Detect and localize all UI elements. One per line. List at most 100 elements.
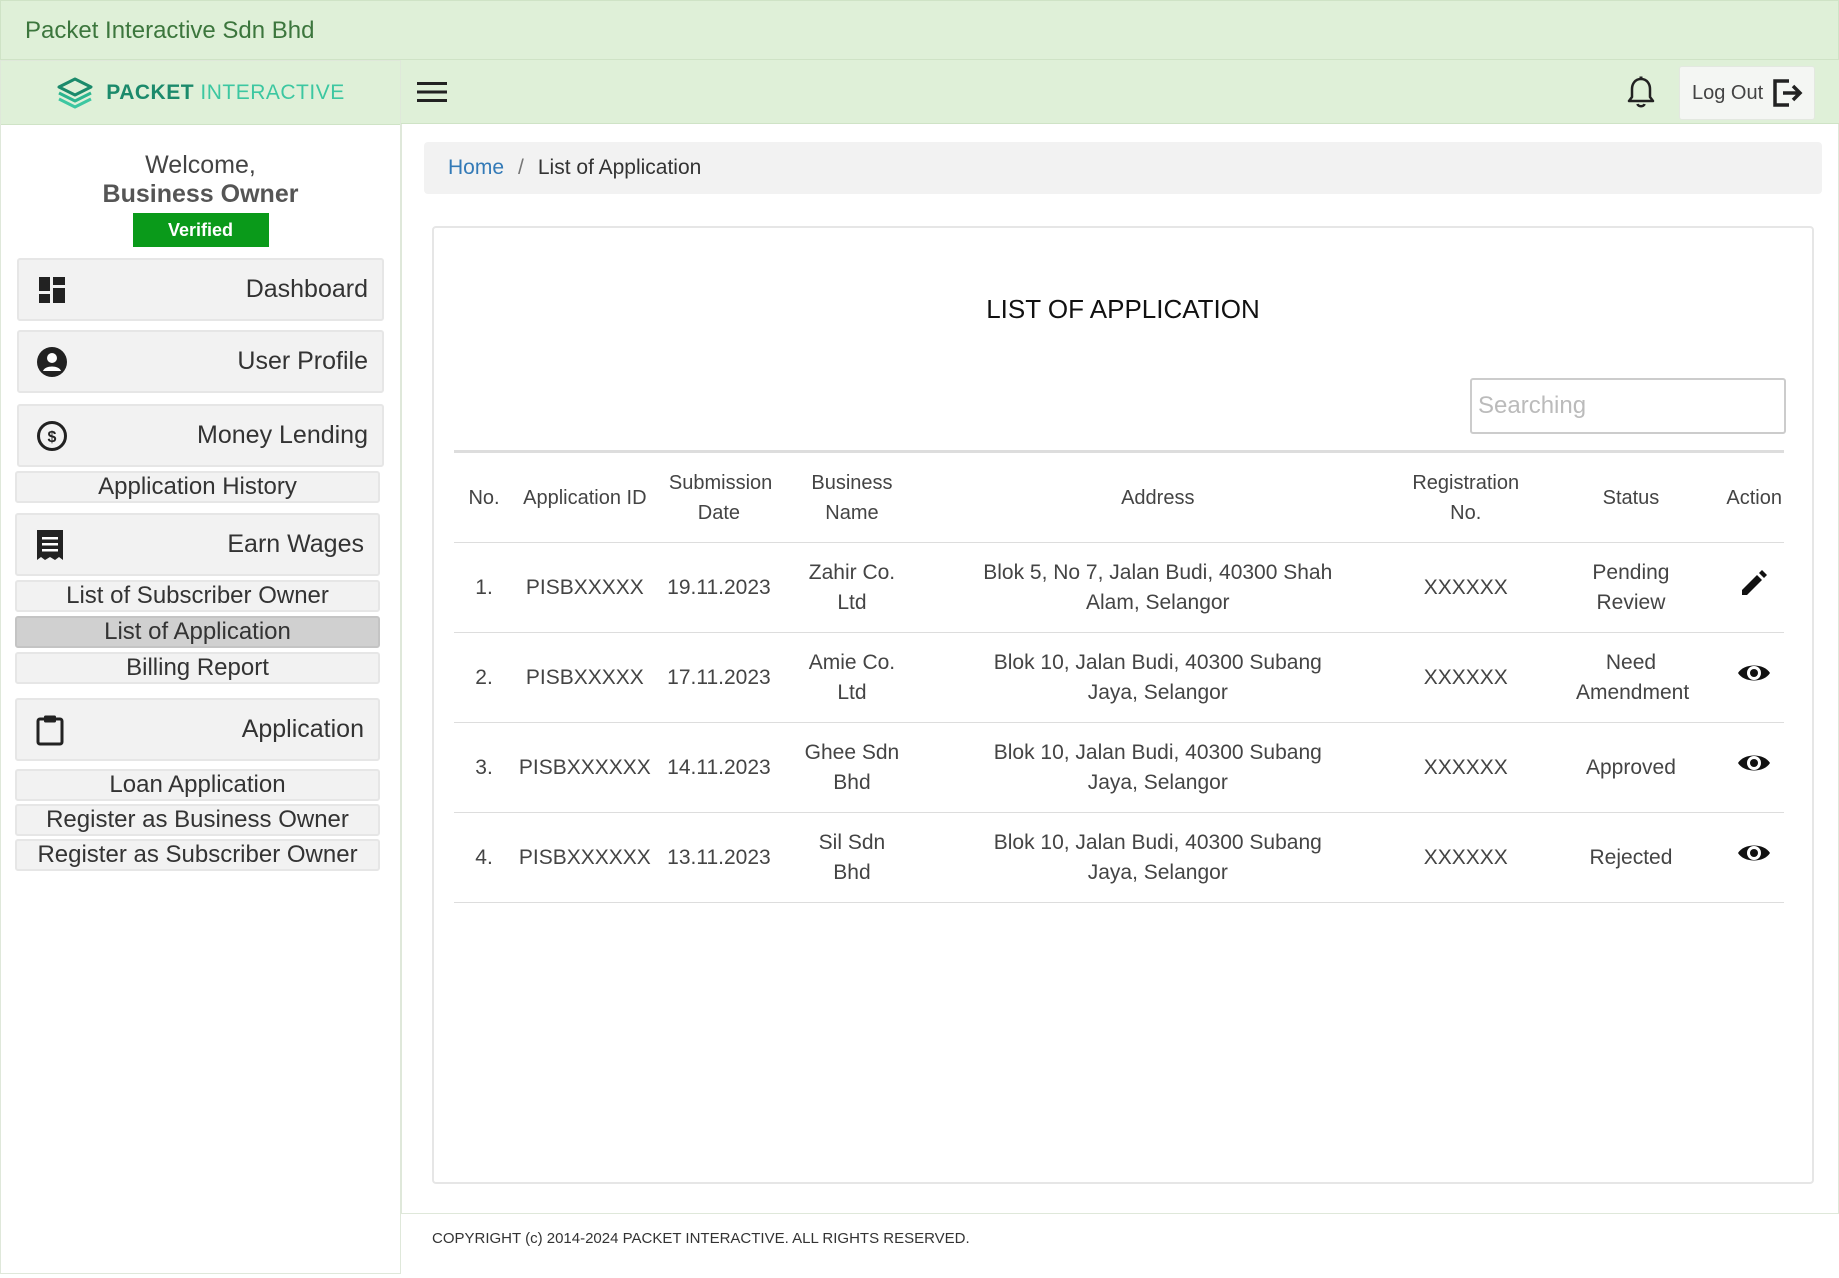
sidebar-subitem-application-history[interactable]: Application History: [15, 471, 380, 503]
sidebar-item-money-lending[interactable]: $ Money Lending: [17, 404, 384, 467]
logout-button[interactable]: Log Out: [1679, 66, 1815, 120]
view-button[interactable]: [1736, 655, 1772, 691]
cell-registration-no: XXXXXX: [1393, 632, 1538, 723]
col-header-no: No.: [454, 450, 515, 543]
cell-business-name: Ghee Sdn Bhd: [782, 722, 922, 813]
eye-icon: [1736, 665, 1772, 696]
sidebar-subitem-billing-report[interactable]: Billing Report: [15, 652, 380, 684]
sidebar-item-dashboard[interactable]: Dashboard: [17, 258, 384, 321]
cell-status: Approved: [1537, 722, 1725, 813]
cell-registration-no: XXXXXX: [1393, 722, 1538, 813]
sidebar-item-user-profile[interactable]: User Profile: [17, 330, 384, 393]
cell-application-id: PISBXXXXXX: [514, 812, 656, 903]
cell-status: Pending Review: [1537, 542, 1725, 633]
sidebar-item-application[interactable]: Application: [15, 698, 380, 761]
view-button[interactable]: [1736, 745, 1772, 781]
page-title: LIST OF APPLICATION: [986, 294, 1260, 324]
logout-label: Log Out: [1692, 81, 1764, 104]
sidebar-item-label: Application: [241, 715, 364, 743]
cell-address: Blok 10, Jalan Budi, 40300 Subang Jaya, …: [921, 632, 1394, 723]
cell-no: 3.: [454, 722, 515, 813]
cell-action: [1724, 542, 1784, 633]
top-bar: Packet Interactive Sdn Bhd: [0, 0, 1839, 60]
header-bar: Log Out: [401, 60, 1839, 124]
cell-submission-date: 17.11.2023: [655, 632, 783, 723]
cell-business-name: Zahir Co. Ltd: [782, 542, 922, 633]
table-row: 2. PISBXXXXX 17.11.2023 Amie Co. Ltd Blok 10…: [454, 632, 1784, 723]
cell-submission-date: 13.11.2023: [655, 812, 783, 903]
view-button[interactable]: [1736, 835, 1772, 871]
logo-icon: [57, 77, 93, 108]
cell-status: Rejected: [1537, 812, 1725, 903]
receipt-icon: [33, 528, 67, 562]
company-name: Packet Interactive Sdn Bhd: [25, 17, 315, 44]
cell-action: [1724, 722, 1784, 813]
cell-application-id: PISBXXXXX: [514, 632, 656, 723]
cell-registration-no: XXXXXX: [1393, 812, 1538, 903]
col-header-business-name: Business Name: [782, 450, 922, 543]
bell-icon[interactable]: [1625, 76, 1657, 110]
table-header-row: No. Application ID Submission Date Busin…: [454, 450, 1784, 543]
cell-no: 4.: [454, 812, 515, 903]
cell-submission-date: 14.11.2023: [655, 722, 783, 813]
sidebar-item-label: User Profile: [237, 347, 368, 375]
cell-business-name: Amie Co. Ltd: [782, 632, 922, 723]
cell-action: [1724, 812, 1784, 903]
main-content: Home / List of Application LIST OF APPLI…: [401, 124, 1839, 1214]
welcome-block: Welcome, Business Owner Verified: [1, 125, 400, 247]
sidebar-subitem-register-subscriber-owner[interactable]: Register as Subscriber Owner: [15, 839, 380, 871]
eye-icon: [1736, 755, 1772, 786]
col-header-submission-date: Submission Date: [655, 450, 783, 543]
cell-address: Blok 10, Jalan Budi, 40300 Subang Jaya, …: [921, 812, 1394, 903]
verified-badge: Verified: [132, 213, 269, 247]
cell-status: Need Amendment: [1537, 632, 1725, 723]
breadcrumb-home-link[interactable]: Home: [448, 156, 504, 180]
footer-copyright: COPYRIGHT (c) 2014-2024 PACKET INTERACTI…: [432, 1230, 970, 1247]
cell-address: Blok 10, Jalan Budi, 40300 Subang Jaya, …: [921, 722, 1394, 813]
cell-business-name: Sil Sdn Bhd: [782, 812, 922, 903]
dashboard-icon: [35, 273, 69, 307]
col-header-address: Address: [921, 450, 1394, 543]
sidebar-subitem-list-subscriber-owner[interactable]: List of Subscriber Owner: [15, 580, 380, 612]
breadcrumb-current: List of Application: [537, 156, 702, 179]
user-circle-icon: [35, 345, 69, 379]
dollar-circle-icon: $: [35, 419, 69, 453]
search-input[interactable]: [1470, 378, 1786, 434]
edit-button[interactable]: [1736, 567, 1772, 603]
user-role: Business Owner: [102, 180, 299, 208]
edit-icon: [1738, 570, 1770, 604]
col-header-application-id: Application ID: [514, 450, 656, 543]
sidebar-subitem-list-application[interactable]: List of Application: [15, 616, 380, 648]
cell-no: 2.: [454, 632, 515, 723]
eye-icon: [1736, 845, 1772, 876]
clipboard-icon: [33, 713, 67, 747]
logout-icon: [1773, 79, 1803, 107]
sidebar-item-label: Earn Wages: [227, 530, 364, 558]
cell-address: Blok 5, No 7, Jalan Budi, 40300 Shah Ala…: [921, 542, 1394, 633]
table-row: 3. PISBXXXXXX 14.11.2023 Ghee Sdn Bhd Blok 1…: [454, 722, 1784, 813]
breadcrumb: Home / List of Application: [424, 142, 1822, 194]
cell-no: 1.: [454, 542, 515, 633]
sidebar-subitem-register-business-owner[interactable]: Register as Business Owner: [15, 804, 380, 836]
cell-registration-no: XXXXXX: [1393, 542, 1538, 633]
cell-application-id: PISBXXXXXX: [514, 722, 656, 813]
sidebar-item-label: Dashboard: [245, 275, 368, 303]
col-header-registration-no: Registration No.: [1393, 450, 1538, 543]
cell-application-id: PISBXXXXX: [514, 542, 656, 633]
sidebar: PACKET INTERACTIVE Welcome, Business Own…: [0, 60, 401, 1274]
hamburger-menu-icon[interactable]: [417, 80, 447, 104]
logo-text: PACKET INTERACTIVE: [106, 80, 345, 104]
logo[interactable]: PACKET INTERACTIVE: [1, 61, 400, 125]
welcome-text: Welcome,: [145, 151, 256, 179]
application-list-card: LIST OF APPLICATION No. Application ID S…: [432, 226, 1814, 1184]
table-row: 1. PISBXXXXX 19.11.2023 Zahir Co. Ltd Blok 5…: [454, 542, 1784, 633]
svg-text:$: $: [48, 429, 57, 446]
application-table: No. Application ID Submission Date Busin…: [454, 450, 1784, 903]
col-header-status: Status: [1537, 450, 1725, 543]
sidebar-item-label: Money Lending: [197, 421, 368, 449]
sidebar-subitem-loan-application[interactable]: Loan Application: [15, 769, 380, 801]
breadcrumb-separator: /: [518, 156, 524, 179]
sidebar-item-earn-wages[interactable]: Earn Wages: [15, 513, 380, 576]
table-row: 4. PISBXXXXXX 13.11.2023 Sil Sdn Bhd Blok 10…: [454, 812, 1784, 903]
cell-submission-date: 19.11.2023: [655, 542, 783, 633]
